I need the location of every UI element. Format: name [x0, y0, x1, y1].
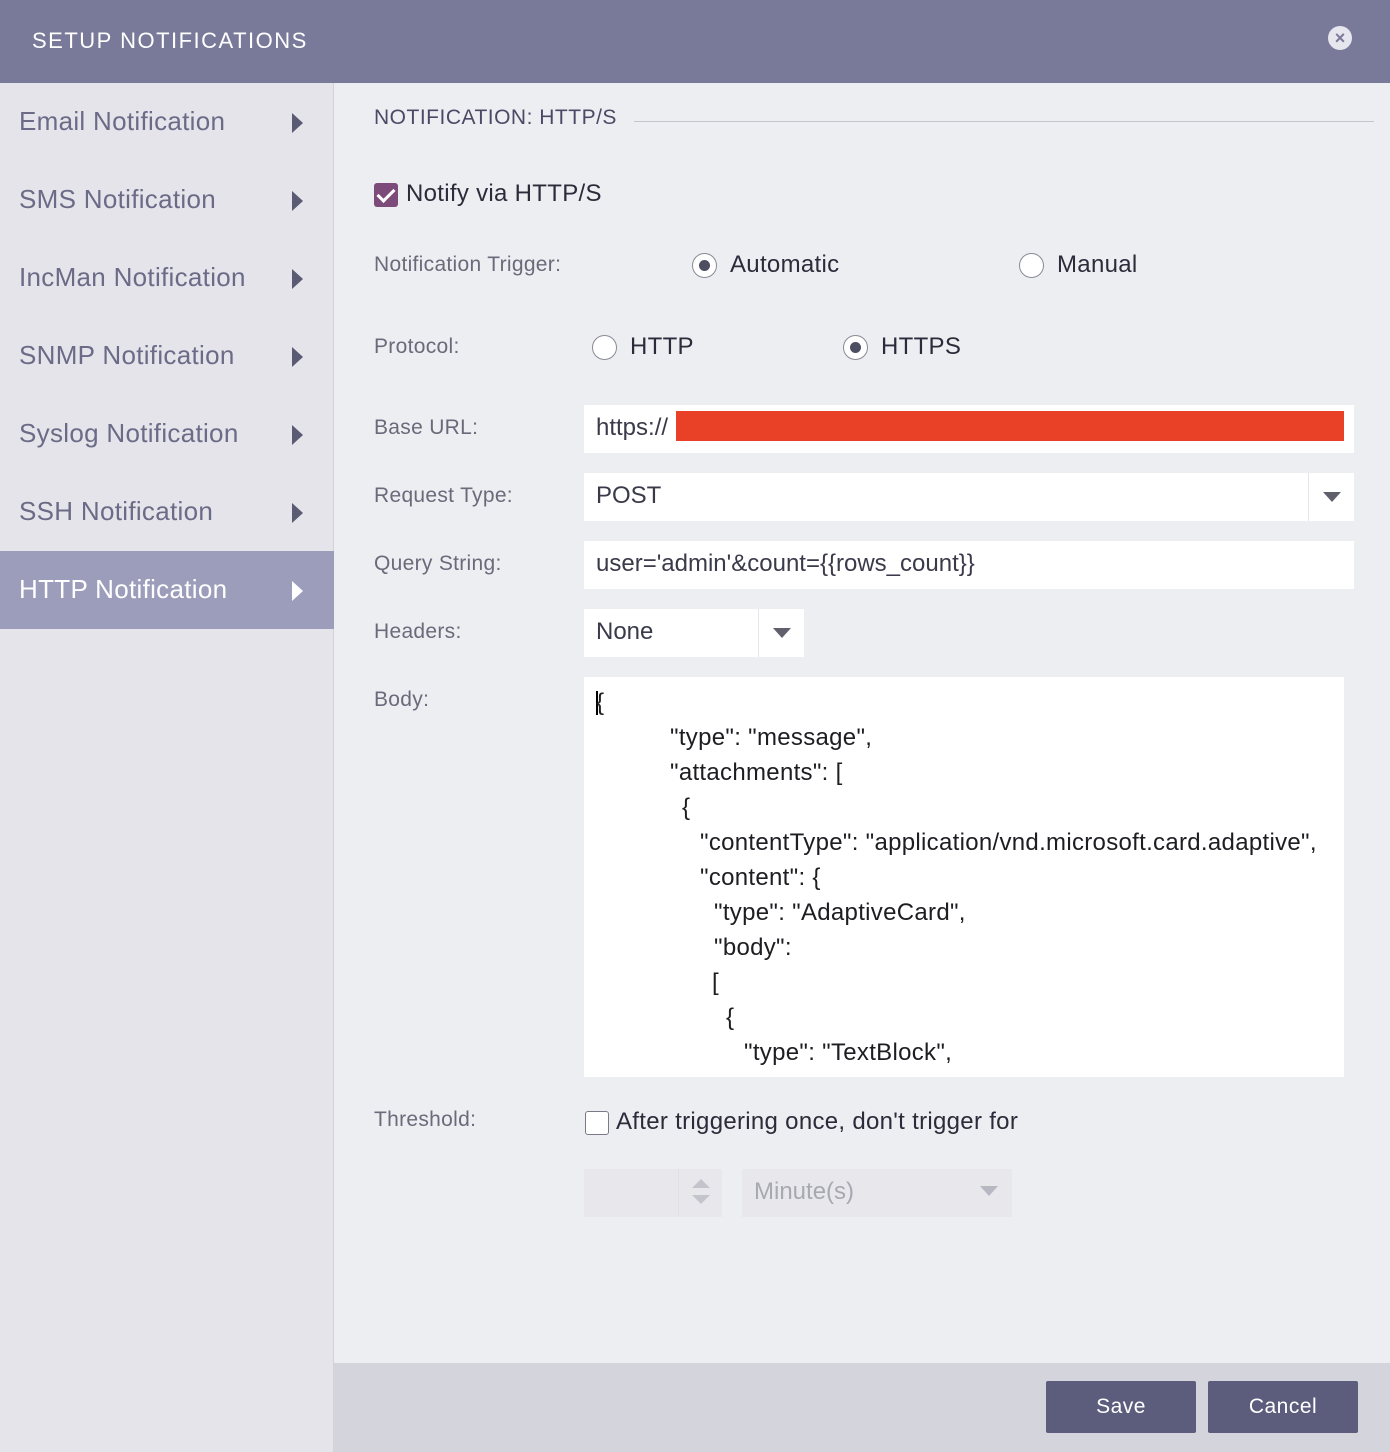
sidebar-item-sms[interactable]: SMS Notification — [0, 161, 334, 239]
request-type-label: Request Type: — [374, 484, 513, 507]
section-title: NOTIFICATION: HTTP/S — [374, 106, 625, 130]
protocol-label: Protocol: — [374, 335, 460, 358]
stepper-down-icon[interactable] — [692, 1195, 710, 1204]
protocol-http-label: HTTP — [630, 333, 694, 360]
request-type-value: POST — [596, 482, 662, 509]
body-line: "attachments": [ — [670, 759, 843, 786]
headers-label: Headers: — [374, 620, 462, 643]
sidebar-item-label: SSH Notification — [19, 496, 214, 526]
close-icon[interactable]: × — [1328, 26, 1352, 50]
section-divider — [634, 121, 1374, 122]
headers-value: None — [596, 618, 654, 645]
caret-right-icon — [292, 113, 303, 133]
body-textarea[interactable]: { "type": "message", "attachments": [ { … — [584, 677, 1344, 1077]
trigger-automatic-label: Automatic — [730, 251, 840, 278]
threshold-unit-value: Minute(s) — [754, 1178, 855, 1205]
base-url-value: https:// — [596, 414, 669, 441]
query-string-input[interactable]: user='admin'&count={{rows_count}} — [584, 541, 1354, 589]
threshold-label: Threshold: — [374, 1108, 477, 1131]
body-line: [ — [712, 969, 719, 996]
chevron-down-icon[interactable] — [980, 1186, 998, 1196]
body-line: { — [682, 794, 691, 821]
base-url-input[interactable]: https:// — [584, 405, 1354, 453]
body-label: Body: — [374, 688, 430, 711]
sidebar-item-label: Email Notification — [19, 106, 226, 136]
notify-label: Notify via HTTP/S — [406, 180, 602, 207]
caret-right-icon — [292, 347, 303, 367]
sidebar-item-email[interactable]: Email Notification — [0, 83, 334, 161]
dialog-footer: Save Cancel — [334, 1363, 1390, 1452]
dialog-header: SETUP NOTIFICATIONS × — [0, 0, 1390, 83]
cancel-button[interactable]: Cancel — [1208, 1381, 1358, 1433]
sidebar-item-incman[interactable]: IncMan Notification — [0, 239, 334, 317]
caret-right-icon — [292, 581, 303, 601]
sidebar-item-label: Syslog Notification — [19, 418, 239, 448]
redaction-block — [676, 411, 1344, 441]
sidebar-item-label: HTTP Notification — [19, 574, 228, 604]
query-string-value: user='admin'&count={{rows_count}} — [596, 550, 975, 577]
protocol-http-radio[interactable] — [592, 335, 617, 360]
caret-right-icon — [292, 425, 303, 445]
dialog-title: SETUP NOTIFICATIONS — [32, 28, 308, 53]
query-string-label: Query String: — [374, 552, 502, 575]
sidebar-item-snmp[interactable]: SNMP Notification — [0, 317, 334, 395]
sidebar-item-label: SMS Notification — [19, 184, 216, 214]
sidebar-item-http[interactable]: HTTP Notification — [0, 551, 334, 629]
trigger-automatic-radio[interactable] — [692, 253, 717, 278]
caret-right-icon — [292, 191, 303, 211]
stepper-arrows[interactable] — [678, 1169, 722, 1217]
protocol-https-radio[interactable] — [843, 335, 868, 360]
threshold-checkbox-label: After triggering once, don't trigger for — [616, 1108, 1019, 1135]
base-url-label: Base URL: — [374, 416, 479, 439]
sidebar-item-label: IncMan Notification — [19, 262, 246, 292]
body-line: { — [726, 1004, 735, 1031]
threshold-amount-stepper[interactable] — [584, 1169, 722, 1217]
trigger-manual-radio[interactable] — [1019, 253, 1044, 278]
headers-select[interactable]: None — [584, 609, 804, 657]
request-type-select[interactable]: POST — [584, 473, 1354, 521]
save-button[interactable]: Save — [1046, 1381, 1196, 1433]
body-line: "body": — [714, 934, 792, 961]
trigger-manual-label: Manual — [1057, 251, 1138, 278]
body-line: "contentType": "application/vnd.microsof… — [700, 829, 1317, 856]
sidebar-item-label: SNMP Notification — [19, 340, 235, 370]
stepper-up-icon[interactable] — [692, 1179, 710, 1188]
threshold-unit-select[interactable]: Minute(s) — [742, 1169, 1012, 1217]
sidebar: Email Notification SMS Notification IncM… — [0, 83, 334, 1452]
threshold-checkbox[interactable] — [585, 1111, 609, 1135]
body-line: "type": "message", — [670, 724, 873, 751]
protocol-https-label: HTTPS — [881, 333, 962, 360]
body-line: "type": "TextBlock", — [744, 1039, 953, 1066]
body-line: "content": { — [700, 864, 821, 891]
body-line: { — [596, 689, 605, 716]
trigger-label: Notification Trigger: — [374, 253, 562, 276]
body-line: "type": "AdaptiveCard", — [714, 899, 966, 926]
main-panel: NOTIFICATION: HTTP/S Notify via HTTP/S N… — [334, 83, 1390, 1363]
caret-right-icon — [292, 503, 303, 523]
caret-right-icon — [292, 269, 303, 289]
sidebar-item-ssh[interactable]: SSH Notification — [0, 473, 334, 551]
sidebar-item-syslog[interactable]: Syslog Notification — [0, 395, 334, 473]
chevron-down-icon[interactable] — [758, 609, 804, 657]
chevron-down-icon[interactable] — [1308, 473, 1354, 521]
notify-checkbox[interactable] — [374, 183, 398, 207]
